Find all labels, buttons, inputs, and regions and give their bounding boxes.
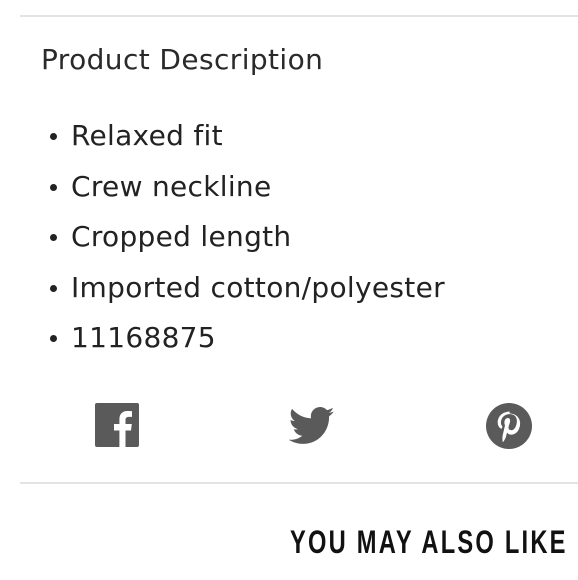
list-item-text: Crew neckline xyxy=(71,169,272,203)
list-item-text: Relaxed fit xyxy=(71,119,223,152)
share-pinterest-button[interactable] xyxy=(486,403,532,449)
share-facebook-button[interactable] xyxy=(95,403,139,449)
list-item-text: Cropped length xyxy=(71,220,292,253)
share-twitter-button[interactable] xyxy=(289,403,335,449)
list-item-text: Imported cotton/polyester xyxy=(71,270,445,304)
list-item-text: 11168875 xyxy=(71,321,216,354)
bullet-icon xyxy=(50,284,57,292)
pinterest-icon xyxy=(486,403,532,449)
bottom-divider xyxy=(20,482,578,484)
bullet-icon xyxy=(50,234,57,241)
product-description-title: Product Description xyxy=(41,43,324,76)
you-may-also-like-heading: YOU MAY ALSO LIKE xyxy=(290,524,568,560)
top-divider xyxy=(20,15,578,17)
facebook-icon xyxy=(95,403,139,447)
bullet-icon xyxy=(50,133,57,140)
twitter-icon xyxy=(289,407,335,444)
bullet-icon xyxy=(50,335,57,342)
bullet-icon xyxy=(50,183,57,191)
